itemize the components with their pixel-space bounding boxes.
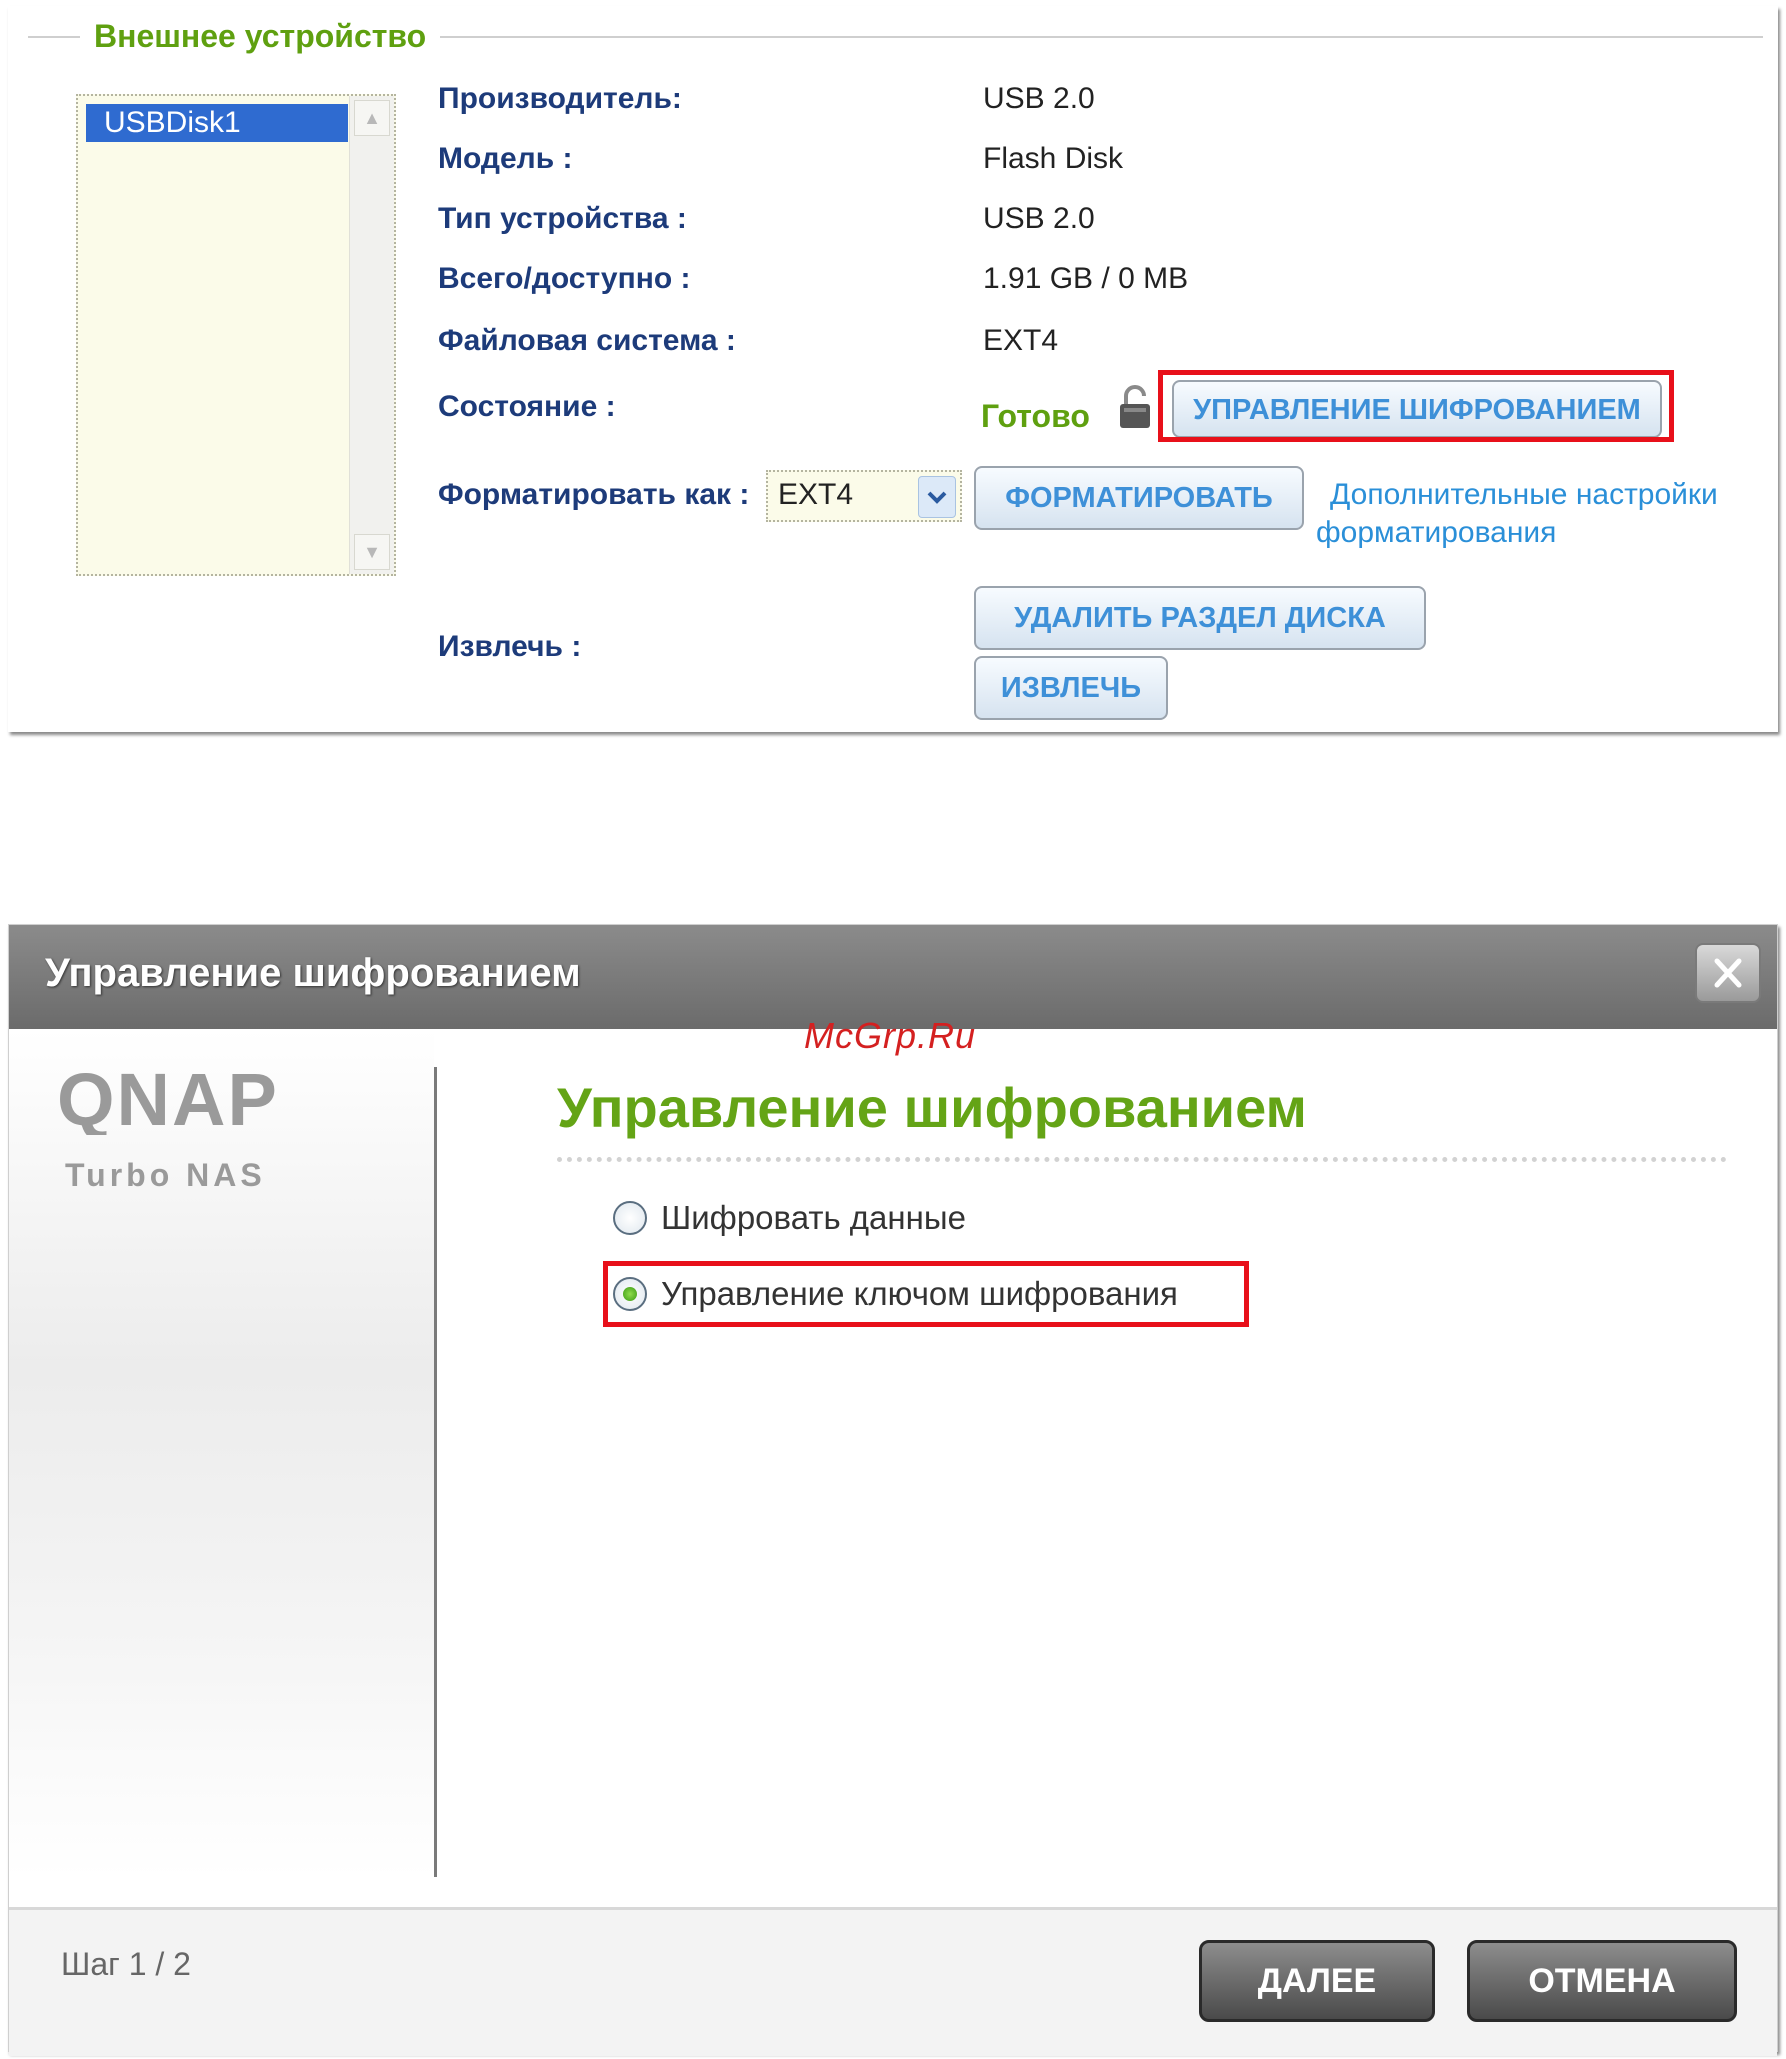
capacity-value: 1.91 GB / 0 MB [983, 262, 1189, 295]
advanced-format-link-line2[interactable]: форматирования [1316, 516, 1556, 550]
chevron-down-icon[interactable] [918, 476, 956, 518]
manufacturer-value: USB 2.0 [983, 82, 1095, 115]
next-button[interactable]: ДАЛЕЕ [1199, 1940, 1435, 2022]
dialog-heading: Управление шифрованием [557, 1076, 1307, 1139]
filesystem-value: EXT4 [983, 324, 1059, 357]
delete-partition-button[interactable]: УДАЛИТЬ РАЗДЕЛ ДИСКА [974, 586, 1426, 650]
state-label: Состояние : [438, 390, 616, 423]
cancel-button[interactable]: ОТМЕНА [1467, 1940, 1737, 2022]
model-value: Flash Disk [983, 142, 1124, 175]
eject-button[interactable]: ИЗВЛЕЧЬ [974, 656, 1168, 720]
panel-legend: Внешнее устройство [80, 18, 441, 55]
manage-key-highlight [603, 1261, 1249, 1327]
capacity-label: Всего/доступно : [438, 262, 691, 295]
format-select-value: EXT4 [778, 478, 854, 511]
unlock-icon [1120, 385, 1150, 428]
scroll-up-icon[interactable]: ▲ [354, 100, 390, 136]
device-list-scrollbar[interactable]: ▲ ▼ [349, 96, 394, 574]
turbo-nas-logo: Turbo NAS [65, 1157, 266, 1193]
dialog-titlebar: Управление шифрованием [9, 925, 1777, 1029]
heading-divider [557, 1157, 1727, 1162]
format-label: Форматировать как : [438, 478, 750, 511]
step-indicator: Шаг 1 / 2 [61, 1946, 191, 1982]
device-list-item[interactable]: USBDisk1 [86, 104, 348, 142]
close-button[interactable] [1695, 943, 1761, 1003]
encryption-dialog: Управление шифрованием McGrp.Ru QNAP Tur… [8, 924, 1778, 2056]
format-button[interactable]: ФОРМАТИРОВАТЬ [974, 466, 1304, 530]
manufacturer-label: Производитель: [438, 82, 682, 115]
close-icon [1714, 958, 1742, 988]
encrypt-data-radio[interactable] [613, 1201, 647, 1235]
svg-text:QNAP: QNAP [57, 1065, 279, 1135]
device-list[interactable]: USBDisk1 ▲ ▼ [76, 94, 396, 576]
sidebar-divider [434, 1067, 437, 1877]
advanced-format-link[interactable]: Дополнительные настройки [1330, 478, 1718, 512]
filesystem-label: Файловая система : [438, 324, 736, 357]
model-label: Модель : [438, 142, 573, 175]
qnap-logo: QNAP [57, 1065, 279, 1135]
watermark-text: McGrp.Ru [804, 1015, 977, 1056]
dialog-title: Управление шифрованием [45, 951, 581, 995]
external-device-panel: Внешнее устройство USBDisk1 ▲ ▼ Производ… [8, 6, 1778, 732]
format-select[interactable]: EXT4 [766, 470, 962, 522]
encrypt-data-label[interactable]: Шифровать данные [661, 1199, 966, 1237]
device-type-label: Тип устройства : [438, 202, 687, 235]
eject-label: Извлечь : [438, 630, 582, 663]
scroll-down-icon[interactable]: ▼ [354, 534, 390, 570]
dialog-footer: Шаг 1 / 2 ДАЛЕЕ ОТМЕНА [9, 1907, 1777, 2056]
state-value: Готово [981, 398, 1090, 434]
encryption-button-highlight [1158, 370, 1674, 442]
device-type-value: USB 2.0 [983, 202, 1095, 235]
